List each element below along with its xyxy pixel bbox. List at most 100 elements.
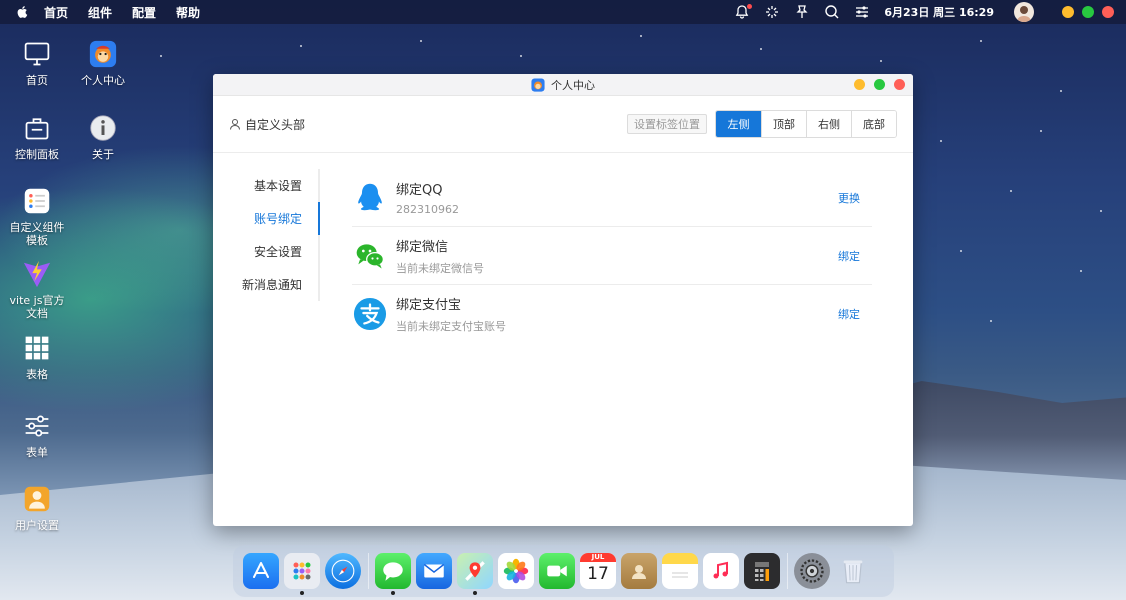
bell-icon[interactable] bbox=[734, 4, 753, 20]
close-button[interactable] bbox=[894, 79, 905, 90]
desktop-icon-control-panel[interactable]: 控制面板 bbox=[5, 112, 69, 161]
photos-icon[interactable] bbox=[498, 553, 534, 589]
notification-dot bbox=[747, 4, 753, 9]
dock-separator bbox=[368, 553, 369, 589]
account-subtitle: 当前未绑定微信号 bbox=[396, 261, 484, 275]
window-body: 基本设置 账号绑定 安全设置 新消息通知 绑定QQ 282310962 更换 绑… bbox=[213, 153, 913, 343]
tab-account-binding[interactable]: 账号绑定 bbox=[213, 202, 320, 235]
desktop-icon-user-settings[interactable]: 用户设置 bbox=[5, 483, 69, 532]
clock[interactable]: 6月23日 周三 16:29 bbox=[884, 4, 994, 20]
list-item: 绑定支付宝 当前未绑定支付宝账号 绑定 bbox=[352, 285, 872, 343]
desktop-icon-vite-docs[interactable]: vite js官方文档 bbox=[5, 258, 69, 320]
window-close-button[interactable] bbox=[1102, 6, 1114, 18]
desktop-icon-label: vite js官方文档 bbox=[9, 294, 65, 320]
settings-nav: 基本设置 账号绑定 安全设置 新消息通知 bbox=[213, 169, 320, 301]
notes-icon[interactable] bbox=[662, 553, 698, 589]
system-preferences-icon[interactable] bbox=[794, 553, 830, 589]
sliders-icon bbox=[21, 410, 53, 442]
running-indicator bbox=[300, 591, 304, 595]
trash-icon[interactable] bbox=[835, 553, 871, 589]
position-right-button[interactable]: 右侧 bbox=[806, 111, 851, 137]
desktop-icon-table[interactable]: 表格 bbox=[5, 332, 69, 381]
desktop-icon-profile[interactable]: 个人中心 bbox=[71, 38, 135, 87]
qq-icon bbox=[352, 180, 388, 216]
window-maximize-button[interactable] bbox=[1082, 6, 1094, 18]
position-top-button[interactable]: 顶部 bbox=[761, 111, 806, 137]
monkey-avatar-icon bbox=[531, 77, 545, 92]
avatar[interactable] bbox=[1014, 2, 1034, 22]
maps-icon[interactable] bbox=[457, 553, 493, 595]
user-settings-icon bbox=[21, 483, 53, 515]
launchpad-icon[interactable] bbox=[284, 553, 320, 595]
search-icon[interactable] bbox=[824, 4, 840, 20]
safari-icon[interactable] bbox=[325, 553, 361, 589]
info-icon bbox=[87, 112, 119, 144]
wechat-icon bbox=[352, 238, 388, 274]
grid-icon bbox=[21, 332, 53, 364]
custom-header-label: 自定义头部 bbox=[245, 117, 306, 132]
desktop-icon-custom-template[interactable]: 自定义组件模板 bbox=[5, 185, 69, 247]
alipay-bind-link[interactable]: 绑定 bbox=[838, 306, 860, 322]
messages-icon[interactable] bbox=[375, 553, 411, 595]
app-store-icon[interactable] bbox=[243, 553, 279, 589]
music-icon[interactable] bbox=[703, 553, 739, 589]
account-text: 绑定支付宝 当前未绑定支付宝账号 bbox=[396, 294, 506, 334]
minimize-button[interactable] bbox=[854, 79, 865, 90]
account-text: 绑定QQ 282310962 bbox=[396, 179, 459, 216]
wechat-bind-link[interactable]: 绑定 bbox=[838, 248, 860, 264]
mail-icon[interactable] bbox=[416, 553, 452, 589]
tab-notifications[interactable]: 新消息通知 bbox=[213, 268, 318, 301]
custom-header: 自定义头部 bbox=[229, 116, 305, 133]
desktop-icon-home[interactable]: 首页 bbox=[5, 38, 69, 87]
maximize-button[interactable] bbox=[874, 79, 885, 90]
window-titlebar[interactable]: 个人中心 bbox=[213, 74, 913, 96]
sparkle-icon[interactable] bbox=[764, 4, 780, 20]
list-item: 绑定微信 当前未绑定微信号 绑定 bbox=[352, 227, 872, 285]
menu-item-help[interactable]: 帮助 bbox=[176, 4, 200, 21]
list-card-icon bbox=[21, 185, 53, 217]
desktop-icon-label: 关于 bbox=[92, 148, 114, 161]
desktop-icon-about[interactable]: 关于 bbox=[71, 112, 135, 161]
account-text: 绑定微信 当前未绑定微信号 bbox=[396, 236, 484, 276]
position-left-button[interactable]: 左侧 bbox=[716, 111, 761, 137]
tab-position-controls: 设置标签位置 左侧 顶部 右侧 底部 bbox=[627, 110, 897, 138]
tab-position-segmented: 左侧 顶部 右侧 底部 bbox=[715, 110, 897, 138]
contacts-icon[interactable] bbox=[621, 553, 657, 589]
desktop-icon-label: 自定义组件模板 bbox=[9, 221, 65, 247]
facetime-icon[interactable] bbox=[539, 553, 575, 589]
account-title: 绑定QQ bbox=[396, 183, 443, 198]
desktop-icon-label: 用户设置 bbox=[15, 519, 59, 532]
desktop-icon-label: 控制面板 bbox=[15, 148, 59, 161]
desktop-icon-form[interactable]: 表单 bbox=[5, 410, 69, 459]
account-title: 绑定微信 bbox=[396, 239, 449, 255]
window-header: 自定义头部 设置标签位置 左侧 顶部 右侧 底部 bbox=[213, 96, 913, 153]
window-title: 个人中心 bbox=[531, 77, 595, 93]
calendar-icon[interactable]: JUL 17 bbox=[580, 553, 616, 589]
menu-bar: 首页 组件 配置 帮助 6月23日 周三 16:29 bbox=[0, 0, 1126, 24]
toolbox-icon bbox=[21, 112, 53, 144]
window-minimize-button[interactable] bbox=[1062, 6, 1074, 18]
calculator-icon[interactable] bbox=[744, 553, 780, 589]
vite-logo-icon bbox=[21, 258, 53, 290]
profile-window: 个人中心 自定义头部 设置标签位置 左侧 顶部 右侧 底部 基本设置 账号绑定 … bbox=[213, 74, 913, 526]
account-subtitle: 当前未绑定支付宝账号 bbox=[396, 320, 506, 333]
menu-item-home[interactable]: 首页 bbox=[44, 4, 68, 21]
account-subtitle: 282310962 bbox=[396, 203, 459, 216]
apple-logo-icon[interactable] bbox=[16, 5, 30, 19]
alipay-icon bbox=[352, 296, 388, 332]
qq-change-link[interactable]: 更换 bbox=[838, 190, 860, 206]
control-center-icon[interactable] bbox=[854, 4, 870, 20]
calendar-day: 17 bbox=[587, 564, 609, 584]
pin-icon[interactable] bbox=[794, 4, 810, 20]
window-title-text: 个人中心 bbox=[551, 78, 595, 92]
user-icon bbox=[230, 119, 240, 130]
menu-item-components[interactable]: 组件 bbox=[88, 4, 112, 21]
account-binding-list: 绑定QQ 282310962 更换 绑定微信 当前未绑定微信号 绑定 绑定支付宝… bbox=[352, 169, 872, 343]
tab-basic-settings[interactable]: 基本设置 bbox=[213, 169, 318, 202]
running-indicator bbox=[473, 591, 477, 595]
position-bottom-button[interactable]: 底部 bbox=[851, 111, 896, 137]
monitor-icon bbox=[21, 38, 53, 70]
dock: JUL 17 bbox=[233, 545, 894, 597]
tab-security-settings[interactable]: 安全设置 bbox=[213, 235, 318, 268]
menu-item-config[interactable]: 配置 bbox=[132, 4, 156, 21]
